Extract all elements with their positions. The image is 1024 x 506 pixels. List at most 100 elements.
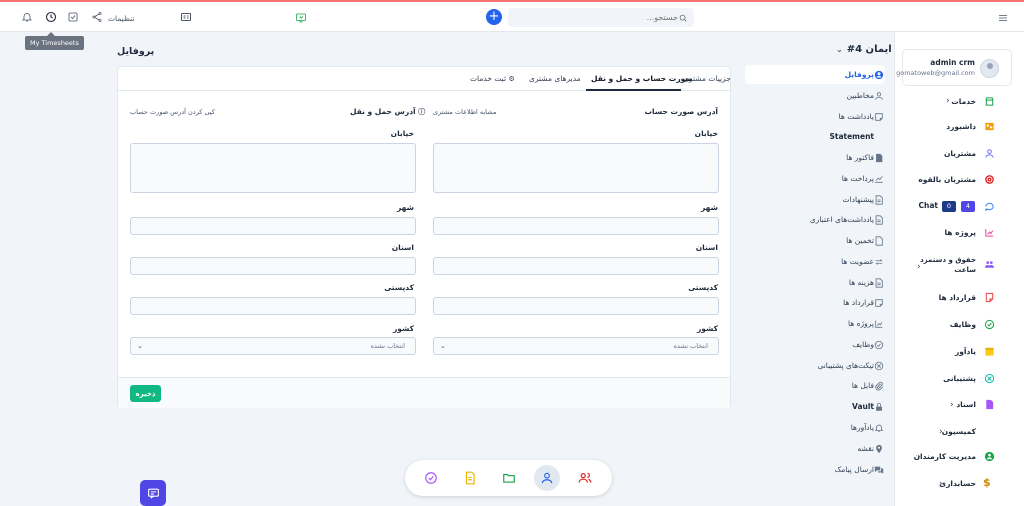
paperclip-icon: [875, 381, 884, 391]
subnav-proposals[interactable]: پیشنهادات: [842, 195, 874, 204]
message-icon: [147, 488, 159, 499]
nav-item-leads[interactable]: مشتریان بالقوه: [918, 175, 976, 184]
panel-footer: ذخیره: [118, 377, 730, 408]
subnav-vault[interactable]: Vault: [852, 402, 874, 411]
shipping-state-input[interactable]: [130, 257, 416, 275]
subnav-files[interactable]: فایل ها: [852, 381, 874, 390]
clock-icon[interactable]: [44, 10, 58, 24]
nav-item-hr[interactable]: مدیریت کارمندان: [914, 452, 976, 461]
billing-country-label: کشور: [696, 324, 718, 333]
tab-services[interactable]: ثبت خدمات ⚙: [470, 74, 515, 83]
check-circle-icon: [874, 340, 884, 350]
search-input[interactable]: [514, 13, 678, 22]
chevron-icon: ›: [939, 479, 943, 489]
nav-label: مشتریان بالقوه: [918, 175, 976, 184]
nav-label: کمیسیون: [941, 427, 976, 436]
nav-item-payroll[interactable]: حقوق و دستمزد ساعت: [920, 255, 976, 275]
subnav-notes[interactable]: یادداشت ها: [839, 112, 874, 121]
subnav-map[interactable]: نقشه: [857, 444, 874, 453]
trend-icon: [875, 176, 883, 183]
subnav-statement[interactable]: Statement: [829, 132, 874, 141]
chat-fab-button[interactable]: [140, 480, 166, 506]
nav-label: حقوق و دستمزد ساعت: [920, 256, 976, 274]
billing-country-select[interactable]: انتخاب نشده ⌄: [433, 337, 719, 355]
nav-item-customers[interactable]: مشتریان: [944, 149, 976, 158]
add-new-button[interactable]: +: [486, 9, 502, 25]
nav-item-documents[interactable]: اسناد: [956, 400, 976, 409]
subnav-reminders[interactable]: یادآورها: [851, 423, 874, 432]
tab-customer-admins[interactable]: مدیرهای مشتری: [529, 74, 581, 83]
billing-zip-input[interactable]: [433, 297, 719, 315]
nav-item-services[interactable]: خدمات: [951, 97, 976, 106]
chevron-icon: ›: [917, 452, 921, 462]
subnav-subscriptions[interactable]: عضویت ها: [841, 257, 874, 266]
customer-title[interactable]: ⌄ #4 ایمان: [836, 44, 892, 55]
nav-item-reminders[interactable]: یادآور: [955, 347, 976, 356]
shipping-zip-input[interactable]: [130, 297, 416, 315]
search-box[interactable]: [508, 8, 694, 27]
subnav-invoices[interactable]: فاکتور ها: [846, 153, 874, 162]
dock-files-button[interactable]: [496, 465, 522, 491]
shipping-zip-label: کدپستی: [384, 283, 414, 292]
dock-tasks-button[interactable]: [418, 465, 444, 491]
nav-item-projects[interactable]: پروژه ها: [944, 228, 976, 237]
subnav-contracts[interactable]: قرارداد ها: [843, 298, 874, 307]
settings-link[interactable]: تنظیمات: [108, 11, 134, 25]
shipping-street-input[interactable]: [130, 143, 416, 193]
same-as-customer-link[interactable]: مشابه اطلاعات مشتری: [433, 108, 496, 116]
nav-item-chat[interactable]: Chat: [919, 201, 939, 210]
subnav-contacts[interactable]: مخاطبین: [847, 91, 874, 100]
dock-invoices-button[interactable]: [457, 465, 483, 491]
user-email: gomatoweb@gmail.com: [896, 69, 975, 77]
top-bar: تنظیمات +: [0, 0, 1024, 32]
subnav-credit-notes[interactable]: یادداشت‌های اعتباری: [810, 215, 874, 224]
user-card[interactable]: admin crm gomatoweb@gmail.com: [896, 49, 1012, 86]
billing-city-input[interactable]: [433, 217, 719, 235]
nav-item-contracts[interactable]: قرارداد ها: [939, 293, 976, 302]
share-icon[interactable]: [90, 10, 104, 24]
subnav-payments[interactable]: پرداخت ها: [842, 174, 874, 183]
presentation-icon[interactable]: [294, 11, 308, 25]
bell-icon: [874, 424, 884, 432]
subnav-expenses[interactable]: هزینه ها: [849, 278, 874, 287]
nav-label: پشتیبانی: [943, 374, 976, 383]
copy-billing-link[interactable]: کپی کردن آدرس صورت حساب: [130, 108, 215, 116]
dock-profile-button[interactable]: [534, 465, 560, 491]
billing-street-input[interactable]: [433, 143, 719, 193]
nav-item-support[interactable]: پشتیبانی: [943, 374, 976, 383]
billing-state-input[interactable]: [433, 257, 719, 275]
nav-label: اسناد: [956, 400, 976, 409]
dollar-icon: $: [983, 476, 991, 489]
shipping-city-input[interactable]: [130, 217, 416, 235]
timesheets-tooltip: My Timesheets: [25, 32, 84, 50]
subnav-profile[interactable]: پروفایل: [845, 70, 874, 79]
nav-label: داشبورد: [946, 122, 976, 131]
hamburger-menu-icon[interactable]: [996, 11, 1010, 25]
support-icon: [874, 361, 884, 371]
checkbox-icon[interactable]: [66, 10, 80, 24]
id-card-icon[interactable]: [179, 10, 193, 24]
subnav-estimates[interactable]: تخمین ها: [846, 236, 874, 245]
chevron-icon: ›: [946, 96, 950, 106]
bell-icon[interactable]: [20, 10, 34, 24]
subnav-tickets[interactable]: تیکت‌های پشتیبانی: [817, 361, 874, 370]
settings-icon: ⚙: [508, 75, 515, 83]
shipping-title-text: آدرس حمل و نقل: [350, 107, 416, 116]
nav-item-tasks[interactable]: وظایف: [950, 320, 976, 329]
check-circle-icon: [425, 472, 437, 484]
shipping-country-select[interactable]: انتخاب نشده ⌄: [130, 337, 416, 355]
nav-item-commission[interactable]: کمیسیون: [942, 427, 976, 436]
subnav-sms[interactable]: ارسال پیامک: [835, 465, 874, 474]
billing-title: آدرس صورت حساب: [644, 107, 718, 116]
shipping-country-value: انتخاب نشده: [370, 342, 405, 350]
save-button[interactable]: ذخیره: [130, 385, 161, 402]
subnav-tasks[interactable]: وظایف: [852, 340, 874, 349]
help-icon[interactable]: ⓘ: [418, 108, 425, 116]
bottom-dock: [405, 460, 612, 496]
nav-item-dashboard[interactable]: داشبورد: [946, 122, 976, 131]
subnav-projects[interactable]: پروژه ها: [848, 319, 874, 328]
dock-contacts-button[interactable]: [572, 465, 598, 491]
check-circle-icon: [984, 319, 995, 330]
tab-billing-shipping[interactable]: صورت حساب و حمل و نقل: [591, 74, 693, 83]
nav-item-accounting[interactable]: حسابداری: [939, 479, 976, 488]
